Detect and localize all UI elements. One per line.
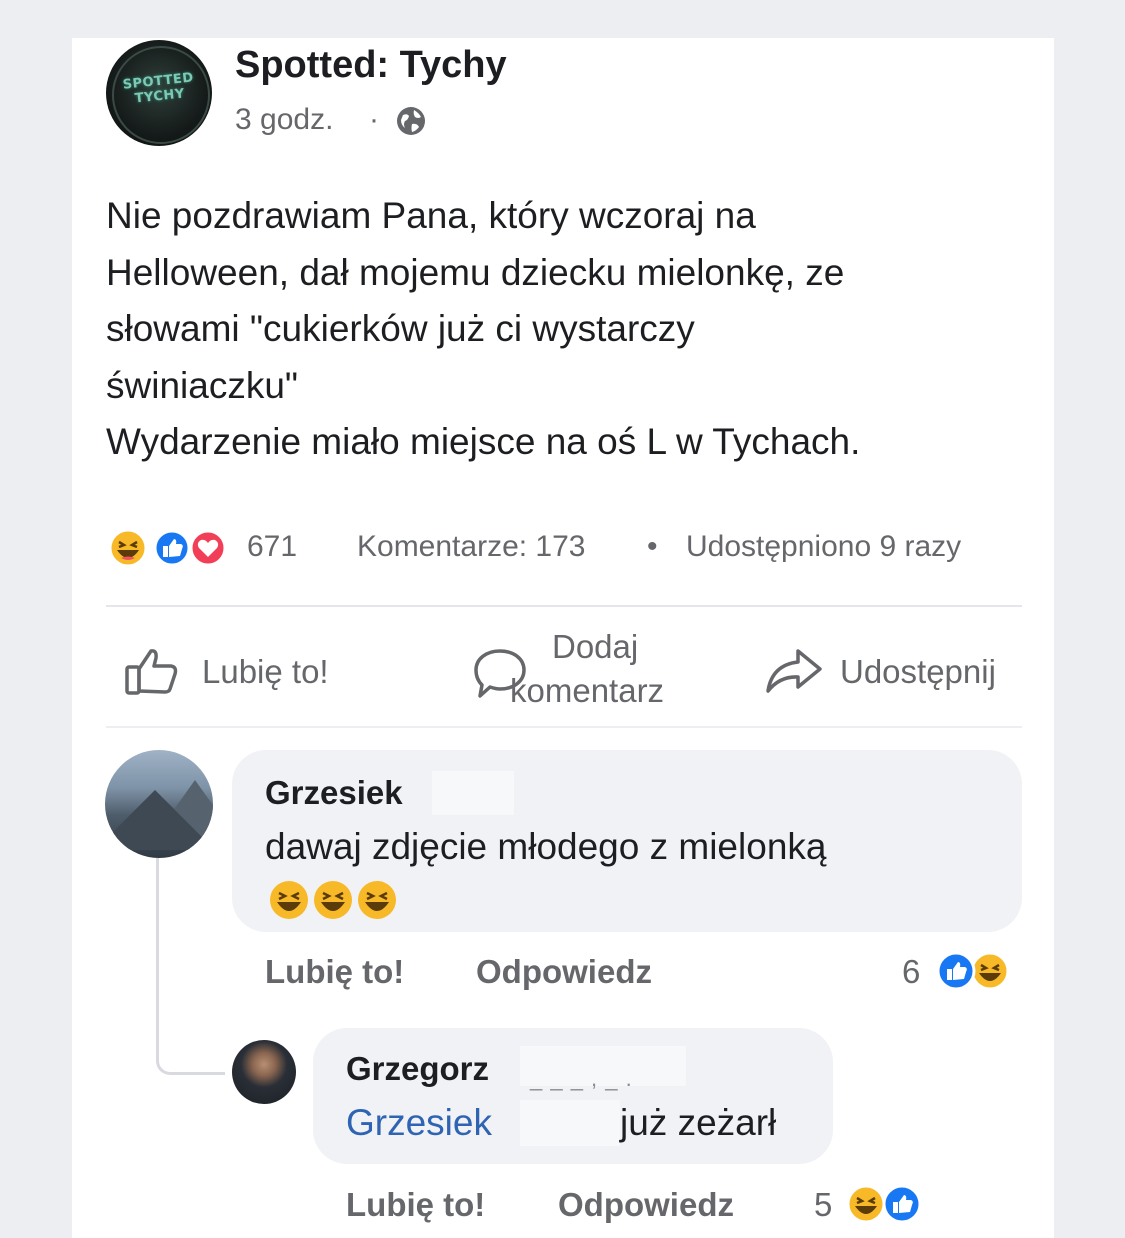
divider [106, 605, 1022, 607]
haha-icon [970, 951, 1010, 991]
haha-icon [358, 881, 396, 919]
reaction-icons[interactable] [106, 528, 226, 568]
reply-thread-line [156, 858, 225, 1075]
post-text-line: słowami "cukierków już ci wystarczy [106, 308, 695, 349]
post-text-line: Helloween, dał mojemu dziecku mielonkę, … [106, 251, 845, 293]
post-timestamp[interactable]: 3 godz. [235, 103, 333, 137]
reply-author[interactable]: Grzegorz [346, 1050, 489, 1088]
shares-count[interactable]: Udostępniono 9 razy [686, 530, 961, 564]
divider [106, 726, 1022, 728]
stats-separator: • [647, 530, 658, 563]
reply-text: już zeżarł [620, 1102, 777, 1143]
time-separator: · [369, 103, 379, 136]
haha-icon [270, 881, 308, 919]
comment-reply-link[interactable]: Odpowiedz [476, 953, 652, 991]
comment-button-label-line1: Dodaj [552, 628, 639, 665]
share-button-label: Udostępnij [840, 653, 996, 690]
reply-reaction-icons[interactable] [842, 1183, 942, 1225]
globe-icon [397, 107, 425, 135]
reply-reactions-count[interactable]: 5 [814, 1186, 832, 1224]
comment-reaction-icons[interactable] [932, 950, 1032, 992]
like-icon [153, 529, 191, 567]
comment-author[interactable]: Grzesiek [265, 774, 403, 812]
post-card: SPOTTED TYCHY Spotted: Tychy 3 godz. · N… [72, 38, 1054, 1238]
reply-like-link[interactable]: Lubię to! [346, 1186, 485, 1224]
redaction-marks: _ _ _ , _ . [530, 1066, 633, 1091]
haha-icon [108, 528, 148, 568]
share-arrow-icon [766, 649, 822, 693]
like-icon [936, 951, 976, 991]
post-text-line: Nie pozdrawiam Pana, który wczoraj na [106, 195, 756, 236]
comment-emoji-row [270, 881, 396, 919]
comment-reactions-count[interactable]: 6 [902, 953, 920, 991]
post-body: Nie pozdrawiam Pana, który wczoraj na He… [106, 188, 1036, 471]
like-button-label: Lubię to! [202, 653, 329, 690]
redacted-surname [432, 771, 514, 815]
comment-like-link[interactable]: Lubię to! [265, 953, 404, 991]
mention-link[interactable]: Grzesiek [346, 1102, 492, 1144]
avatar[interactable] [232, 1040, 296, 1104]
like-icon [882, 1184, 922, 1224]
thumbs-up-icon [125, 649, 178, 695]
haha-icon [314, 881, 352, 919]
haha-icon [846, 1184, 886, 1224]
redacted-surname: _ _ _ , _ . [520, 1046, 686, 1091]
reactions-count[interactable]: 671 [247, 530, 297, 564]
comment-text: dawaj zdjęcie młodego z mielonką [265, 826, 827, 867]
page-avatar[interactable]: SPOTTED TYCHY [106, 40, 212, 146]
love-icon [189, 529, 226, 567]
avatar[interactable] [105, 750, 213, 858]
comment-button-label-line2: komentarz [510, 672, 665, 709]
post-text-line: świniaczku" [106, 364, 299, 406]
page-name[interactable]: Spotted: Tychy [235, 44, 507, 87]
redacted-surname [520, 1100, 620, 1146]
reply-reply-link[interactable]: Odpowiedz [558, 1186, 734, 1224]
post-text-line: Wydarzenie miało miejsce na oś L w Tycha… [106, 421, 861, 462]
comments-count[interactable]: Komentarze: 173 [357, 530, 585, 564]
avatar-mountain [105, 790, 213, 850]
